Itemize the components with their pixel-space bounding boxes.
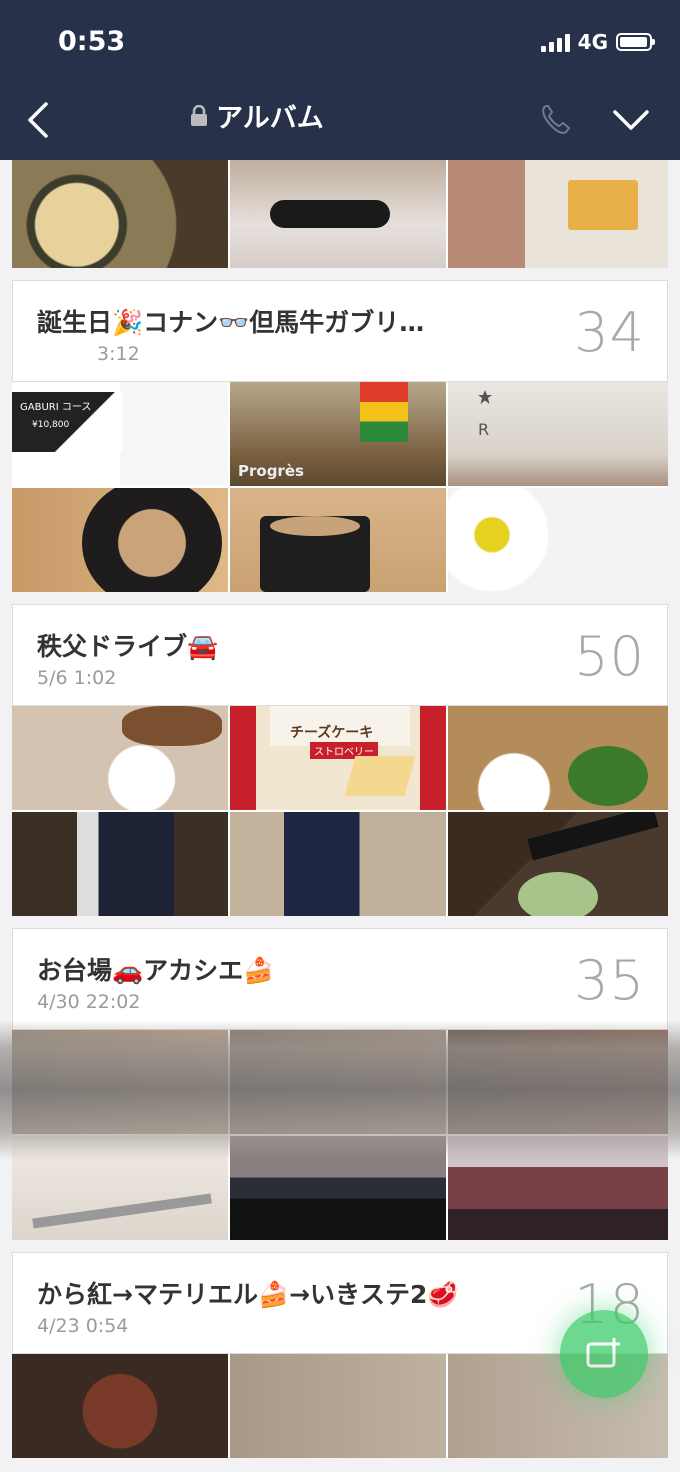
status-time: 0:53 bbox=[58, 26, 126, 57]
album-name: から紅→マテリエル🍰→いきステ2🥩 bbox=[37, 1280, 459, 1309]
album-name: 誕生日🎉コナン👓但馬牛ガブリ… bbox=[37, 308, 425, 337]
star-icon bbox=[478, 390, 492, 404]
photo-thumbnail[interactable] bbox=[12, 1354, 228, 1458]
photo-thumbnail[interactable]: R bbox=[448, 382, 668, 486]
photo-thumbnail[interactable] bbox=[12, 160, 228, 268]
photo-thumbnail[interactable] bbox=[230, 1354, 446, 1458]
album-date: 5/6 1:02 bbox=[37, 667, 117, 689]
album-date: 4/30 22:02 bbox=[37, 991, 141, 1013]
chevron-down-icon[interactable] bbox=[612, 106, 650, 134]
album-name: お台場🚗アカシエ🍰 bbox=[37, 956, 275, 985]
album-card[interactable]: 誕生日🎉コナン👓但馬牛ガブリ… 3:12 34 GABURI コース ¥10,8… bbox=[12, 280, 668, 592]
album-header[interactable]: 誕生日🎉コナン👓但馬牛ガブリ… 3:12 34 bbox=[12, 280, 668, 382]
photo-thumbnail[interactable] bbox=[230, 160, 446, 268]
status-indicators: 4G bbox=[540, 30, 655, 54]
photo-thumbnail[interactable] bbox=[448, 160, 668, 268]
photo-count: 35 bbox=[574, 949, 645, 1012]
photo-grid: チーズケーキ ストロベリー bbox=[12, 706, 668, 916]
menu-price-text: ¥10,800 bbox=[32, 420, 70, 430]
network-label: 4G bbox=[577, 30, 608, 54]
photo-thumbnail[interactable] bbox=[12, 488, 228, 592]
lock-icon bbox=[191, 104, 207, 126]
battery-icon bbox=[616, 33, 655, 51]
photo-thumbnail[interactable]: Progrès bbox=[230, 382, 446, 486]
photo-thumbnail[interactable] bbox=[448, 706, 668, 810]
app-header: 0:53 4G アルバム bbox=[0, 0, 680, 160]
photo-row-partial bbox=[12, 160, 668, 268]
menu-title-text: GABURI コース bbox=[20, 402, 92, 413]
photo-thumbnail[interactable]: GABURI コース ¥10,800 bbox=[12, 382, 228, 486]
photo-thumbnail[interactable] bbox=[230, 812, 446, 916]
album-card[interactable]: 秩父ドライブ🚘 5/6 1:02 50 チーズケーキ ストロベリー bbox=[12, 604, 668, 916]
album-date: 3:12 bbox=[97, 343, 140, 365]
album-name: 秩父ドライブ🚘 bbox=[37, 632, 219, 661]
photo-thumbnail[interactable] bbox=[448, 488, 668, 592]
photo-count: 34 bbox=[574, 301, 645, 364]
album-date: 4/23 0:54 bbox=[37, 1315, 129, 1337]
back-icon[interactable] bbox=[20, 100, 60, 140]
photo-grid: GABURI コース ¥10,800 Progrès R bbox=[12, 382, 668, 592]
package-label: Progrès bbox=[238, 462, 304, 480]
album-header[interactable]: 秩父ドライブ🚘 5/6 1:02 50 bbox=[12, 604, 668, 706]
page-title: アルバム bbox=[190, 96, 324, 135]
photo-thumbnail[interactable] bbox=[12, 706, 228, 810]
blurred-region bbox=[0, 1020, 680, 1160]
photo-thumbnail[interactable]: チーズケーキ ストロベリー bbox=[230, 706, 446, 810]
album-header[interactable]: お台場🚗アカシエ🍰 4/30 22:02 35 bbox=[12, 928, 668, 1030]
photo-thumbnail[interactable] bbox=[230, 488, 446, 592]
add-photo-icon bbox=[586, 1338, 620, 1368]
package-title: チーズケーキ bbox=[290, 725, 374, 741]
title-text: アルバム bbox=[216, 103, 324, 134]
decor-letter: R bbox=[478, 420, 490, 439]
call-icon[interactable] bbox=[538, 102, 574, 138]
photo-thumbnail[interactable] bbox=[448, 812, 668, 916]
photo-thumbnail[interactable] bbox=[12, 812, 228, 916]
photo-count: 50 bbox=[574, 625, 645, 688]
signal-icon bbox=[540, 32, 570, 52]
add-album-button[interactable] bbox=[560, 1310, 648, 1398]
